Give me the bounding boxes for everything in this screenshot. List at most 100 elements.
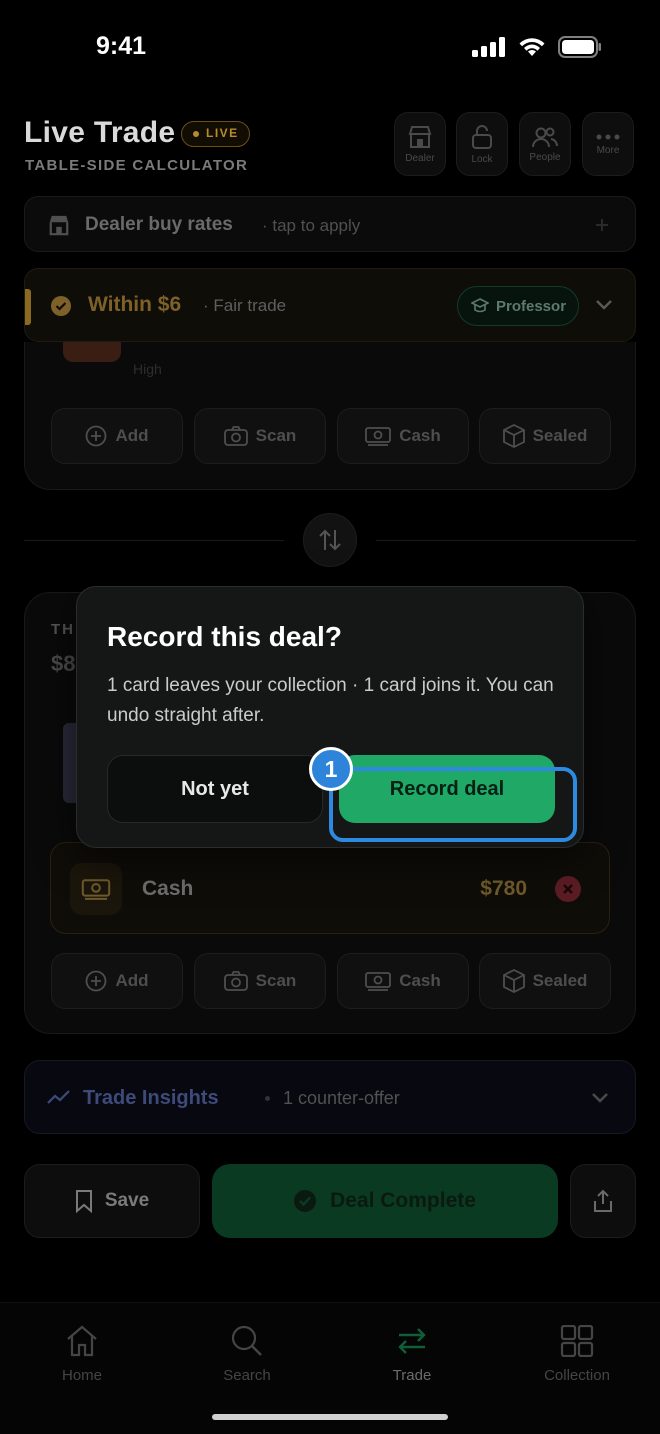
home-icon <box>67 1325 97 1357</box>
tab-search-label: Search <box>223 1367 271 1384</box>
more-icon <box>596 134 620 139</box>
card-thumbnail[interactable] <box>63 342 121 362</box>
step-marker: 1 <box>309 747 353 791</box>
add-card-button[interactable]: Add <box>51 953 183 1009</box>
page-title: Live Trade <box>24 116 176 149</box>
deal-complete-button[interactable]: Deal Complete <box>212 1164 558 1238</box>
scan-button[interactable]: Scan <box>194 408 326 464</box>
cash-icon <box>365 427 392 446</box>
cash-row[interactable]: Cash $780 <box>50 842 610 934</box>
section-label: TH <box>51 621 75 638</box>
store-icon <box>49 215 69 236</box>
add-card-button[interactable]: Add <box>51 408 183 464</box>
sealed-button[interactable]: Sealed <box>479 408 611 464</box>
plus-circle-icon <box>86 425 107 447</box>
tab-home[interactable]: Home <box>22 1325 142 1384</box>
check-circle-icon <box>294 1190 317 1212</box>
tab-search[interactable]: Search <box>187 1325 307 1384</box>
plus-icon <box>596 219 608 231</box>
box-icon <box>502 424 525 448</box>
swap-vertical-icon <box>319 529 341 551</box>
cash-button[interactable]: Cash <box>337 953 469 1009</box>
cash-row-label: Cash <box>142 877 194 900</box>
lock-icon <box>472 124 492 149</box>
swap-icon <box>398 1328 426 1354</box>
trade-insights-bar[interactable]: Trade Insights 1 counter-offer <box>24 1060 636 1134</box>
battery-icon <box>558 36 601 58</box>
tab-trade[interactable]: Trade <box>352 1325 472 1384</box>
card-condition: High <box>133 361 162 377</box>
camera-icon <box>223 426 248 446</box>
cash-icon-tile <box>70 863 122 915</box>
cash-icon <box>365 972 392 991</box>
cash-icon <box>81 879 111 900</box>
add-label: Add <box>115 971 149 990</box>
check-circle-icon <box>51 296 71 316</box>
mode-pill[interactable]: Professor <box>457 286 579 326</box>
cash-row-amount[interactable]: $780 <box>480 877 527 901</box>
plus-circle-icon <box>86 970 107 992</box>
more-button[interactable]: More <box>582 112 634 176</box>
close-icon <box>563 884 573 894</box>
people-icon <box>532 127 559 147</box>
save-label: Save <box>104 1190 150 1211</box>
cash-label: Cash <box>399 971 441 990</box>
not-yet-button[interactable]: Not yet <box>107 755 323 823</box>
more-button-label: More <box>596 144 620 156</box>
swap-sides-button[interactable] <box>303 513 357 567</box>
divider-left <box>24 540 284 541</box>
store-icon <box>408 125 432 148</box>
fairness-bar[interactable]: Within $6 · Fair trade Professor <box>24 268 636 342</box>
dialog-body: 1 card leaves your collection · 1 card j… <box>107 675 554 726</box>
your-side-panel: High Add Scan Cash Sealed <box>24 342 636 490</box>
camera-icon <box>223 971 248 991</box>
people-button[interactable]: People <box>519 112 571 176</box>
insights-sub: 1 counter-offer <box>283 1088 400 1108</box>
share-icon <box>594 1189 612 1212</box>
fairness-value: Within $6 <box>88 293 182 316</box>
dealer-button-label: Dealer <box>405 152 435 164</box>
people-button-label: People <box>529 151 561 163</box>
cellular-signal-icon <box>472 37 505 57</box>
fairness-accent <box>25 289 31 325</box>
scan-button[interactable]: Scan <box>194 953 326 1009</box>
tab-collection-label: Collection <box>544 1367 610 1384</box>
remove-cash-button[interactable] <box>555 876 581 902</box>
deal-complete-label: Deal Complete <box>330 1189 476 1212</box>
scan-label: Scan <box>255 971 297 990</box>
sealed-label: Sealed <box>532 426 588 445</box>
mode-label: Professor <box>496 297 567 315</box>
dealer-rates-label: Dealer buy rates <box>85 214 233 235</box>
chevron-down-icon <box>596 300 612 310</box>
dealer-button[interactable]: Dealer <box>394 112 446 176</box>
share-button[interactable] <box>570 1164 636 1238</box>
status-time: 9:41 <box>96 32 147 60</box>
highlight-box <box>329 767 577 842</box>
sealed-label: Sealed <box>532 971 588 990</box>
search-icon <box>231 1325 262 1356</box>
cash-button[interactable]: Cash <box>337 408 469 464</box>
save-button[interactable]: Save <box>24 1164 200 1238</box>
home-indicator <box>212 1414 448 1420</box>
lock-button[interactable]: Lock <box>456 112 508 176</box>
divider-right <box>376 540 636 541</box>
insights-separator <box>265 1096 270 1101</box>
chevron-down-icon <box>592 1093 608 1103</box>
dealer-rates-hint: · tap to apply <box>262 216 361 235</box>
fairness-label: · Fair trade <box>203 296 287 315</box>
graduation-cap-icon <box>471 298 489 313</box>
dealer-rates-bar[interactable]: Dealer buy rates · tap to apply <box>24 196 636 252</box>
tab-collection[interactable]: Collection <box>517 1325 637 1384</box>
trend-icon <box>47 1090 70 1104</box>
dialog-title: Record this deal? <box>107 621 342 652</box>
box-icon <box>502 969 525 993</box>
add-label: Add <box>115 426 149 445</box>
live-badge: LIVE <box>181 121 250 147</box>
sealed-button[interactable]: Sealed <box>479 953 611 1009</box>
bookmark-icon <box>75 1190 92 1213</box>
scan-label: Scan <box>255 426 297 445</box>
cash-label: Cash <box>399 426 441 445</box>
tab-trade-label: Trade <box>392 1367 432 1384</box>
grid-icon <box>560 1325 594 1357</box>
page-subtitle: TABLE-SIDE CALCULATOR <box>25 157 249 174</box>
